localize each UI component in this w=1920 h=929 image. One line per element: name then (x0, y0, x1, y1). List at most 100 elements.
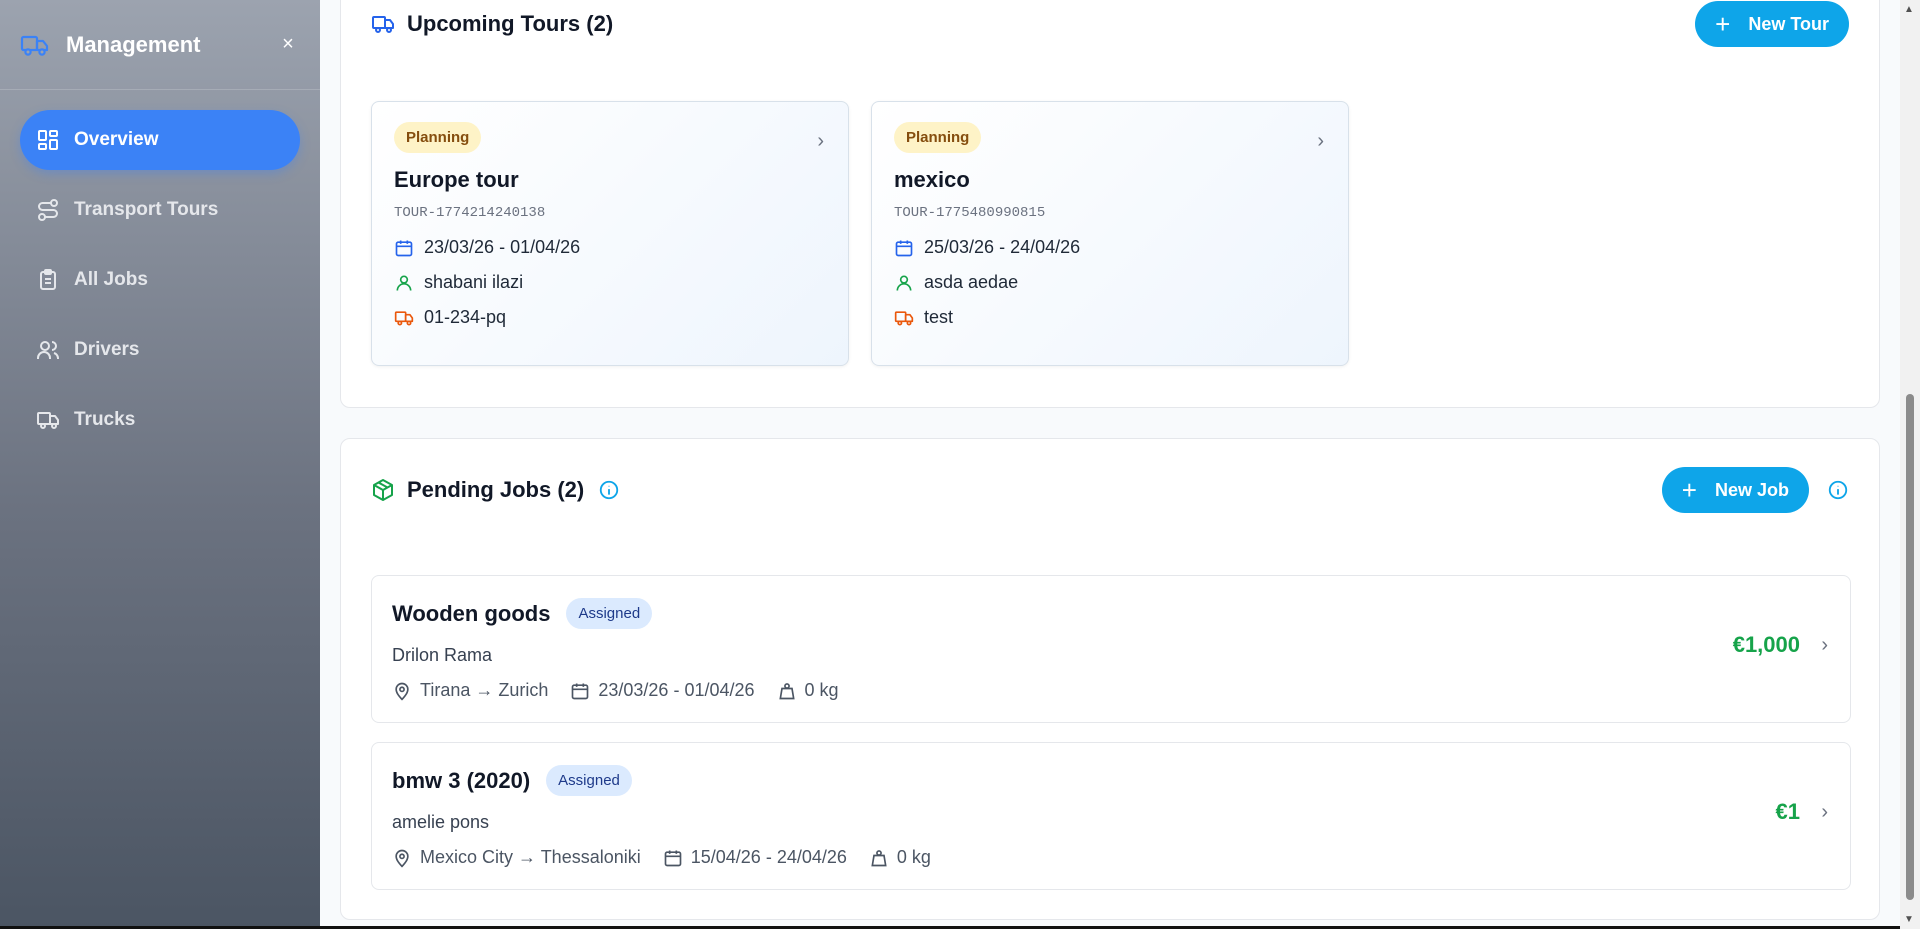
job-dates-text: 23/03/26 - 01/04/26 (598, 680, 755, 700)
tour-code: TOUR-1775480990815 (894, 205, 1046, 221)
new-tour-button[interactable]: + New Tour (1695, 1, 1849, 47)
tour-dates-text: 25/03/26 - 24/04/26 (924, 237, 1081, 257)
scroll-up-icon[interactable]: ▲ (1904, 4, 1914, 15)
sidebar-item-all-jobs[interactable]: All Jobs (20, 250, 300, 310)
plus-icon: + (1715, 9, 1731, 39)
chevron-right-icon: › (1317, 130, 1324, 152)
job-dates-text: 15/04/26 - 24/04/26 (690, 847, 847, 867)
truck-icon (394, 310, 414, 325)
tour-name: mexico (894, 167, 970, 192)
info-icon[interactable] (598, 479, 620, 501)
pending-jobs-panel: Pending Jobs (2) + New Job Wooden goods … (340, 438, 1880, 920)
status-badge: Assigned (546, 765, 632, 796)
job-name: Wooden goods (392, 600, 551, 626)
info-icon[interactable] (1827, 479, 1849, 501)
close-icon[interactable]: × (276, 33, 300, 56)
tour-truck-text: 01-234-pq (424, 307, 507, 327)
user-icon (896, 275, 912, 291)
weight-icon (871, 849, 887, 866)
status-badge: Planning (894, 122, 982, 153)
truck-icon (894, 310, 914, 325)
job-card[interactable]: bmw 3 (2020) Assigned amelie pons Mexico… (371, 742, 1851, 890)
sidebar: Management × Overview Transport Tours Al… (0, 0, 320, 929)
main-content: Upcoming Tours (2) + New Tour Planning ›… (320, 0, 1900, 929)
weight-icon (778, 682, 795, 699)
tour-truck-text: test (924, 307, 954, 327)
calendar-icon (664, 850, 682, 866)
new-job-label: New Job (1714, 479, 1789, 500)
status-badge: Planning (394, 122, 482, 153)
plus-icon: + (1681, 475, 1697, 505)
job-route-text: Mexico City → Thessaloniki (420, 847, 641, 867)
calendar-icon (895, 240, 913, 256)
grid-icon (38, 130, 58, 150)
job-header: bmw 3 (2020) Assigned (392, 765, 1830, 796)
chevron-right-icon: › (1821, 634, 1828, 656)
sidebar-title: Management (66, 31, 201, 57)
status-badge: Assigned (566, 598, 653, 629)
job-price: €1,000 (1732, 632, 1800, 657)
job-client: Drilon Rama (392, 645, 493, 665)
job-route: Tirana → Zurich (392, 680, 548, 701)
scrollbar[interactable]: ▲ ▼ (1900, 0, 1920, 929)
sidebar-item-drivers[interactable]: Drivers (20, 320, 300, 380)
sidebar-nav: Overview Transport Tours All Jobs Driver… (0, 90, 320, 480)
calendar-icon (395, 240, 413, 256)
users-icon (37, 341, 59, 359)
job-header: Wooden goods Assigned (392, 598, 1830, 629)
sidebar-item-label: Drivers (74, 339, 140, 360)
sidebar-item-label: Overview (74, 129, 159, 150)
sidebar-item-label: Trucks (74, 409, 136, 430)
scroll-down-icon[interactable]: ▼ (1904, 914, 1914, 925)
job-meta: Tirana → Zurich 23/03/26 - 01/04/26 0 kg (392, 680, 1830, 701)
tour-driver: shabani ilazi (394, 272, 826, 293)
job-price: €1 (1775, 799, 1800, 824)
truck-icon (372, 16, 394, 33)
sidebar-item-label: Transport Tours (74, 199, 219, 220)
sidebar-item-label: All Jobs (74, 269, 148, 290)
job-card[interactable]: Wooden goods Assigned Drilon Rama Tirana… (371, 575, 1851, 723)
sidebar-item-transport-tours[interactable]: Transport Tours (20, 180, 300, 240)
job-weight-text: 0 kg (804, 680, 839, 700)
truck-icon (37, 412, 59, 429)
tour-code: TOUR-1774214240138 (394, 205, 546, 221)
calendar-icon (572, 683, 589, 699)
map-pin-icon (395, 849, 409, 867)
tour-driver: asda aedae (894, 272, 1326, 293)
job-dates: 23/03/26 - 01/04/26 (570, 680, 755, 701)
job-weight: 0 kg (777, 680, 839, 701)
tour-dates: 23/03/26 - 01/04/26 (394, 237, 826, 258)
new-tour-label: New Tour (1748, 13, 1829, 34)
jobs-title: Pending Jobs (2) (407, 477, 585, 502)
job-weight: 0 kg (869, 847, 931, 868)
sidebar-item-overview[interactable]: Overview (20, 110, 300, 170)
job-meta: Mexico City → Thessaloniki 15/04/26 - 24… (392, 847, 1830, 868)
chevron-right-icon: › (817, 130, 824, 152)
package-icon (373, 479, 393, 501)
clipboard-icon (40, 269, 56, 290)
sidebar-header: Management × (0, 0, 320, 90)
jobs-header: Pending Jobs (2) + New Job (371, 467, 1849, 513)
upcoming-tours-panel: Upcoming Tours (2) + New Tour Planning ›… (340, 0, 1880, 408)
tour-driver-text: shabani ilazi (424, 272, 524, 292)
sidebar-item-trucks[interactable]: Trucks (20, 390, 300, 450)
truck-icon (20, 35, 49, 56)
job-weight-text: 0 kg (896, 847, 931, 867)
user-icon (396, 275, 412, 291)
tour-name: Europe tour (394, 167, 519, 192)
tour-truck: 01-234-pq (394, 307, 826, 328)
job-client: amelie pons (392, 812, 490, 832)
tour-truck: test (894, 307, 1326, 328)
chevron-right-icon: › (1821, 801, 1828, 823)
map-pin-icon (395, 682, 409, 700)
tours-title: Upcoming Tours (2) (407, 11, 614, 36)
tour-dates-text: 23/03/26 - 01/04/26 (424, 237, 581, 257)
tours-header: Upcoming Tours (2) + New Tour (371, 1, 1849, 47)
tour-card[interactable]: Planning › mexico TOUR-1775480990815 25/… (871, 101, 1349, 366)
scrollbar-thumb[interactable] (1906, 394, 1914, 900)
tour-card[interactable]: Planning › Europe tour TOUR-177421424013… (371, 101, 849, 366)
tour-driver-text: asda aedae (924, 272, 1019, 292)
tour-dates: 25/03/26 - 24/04/26 (894, 237, 1326, 258)
new-job-button[interactable]: + New Job (1661, 467, 1809, 513)
job-route: Mexico City → Thessaloniki (392, 847, 641, 868)
